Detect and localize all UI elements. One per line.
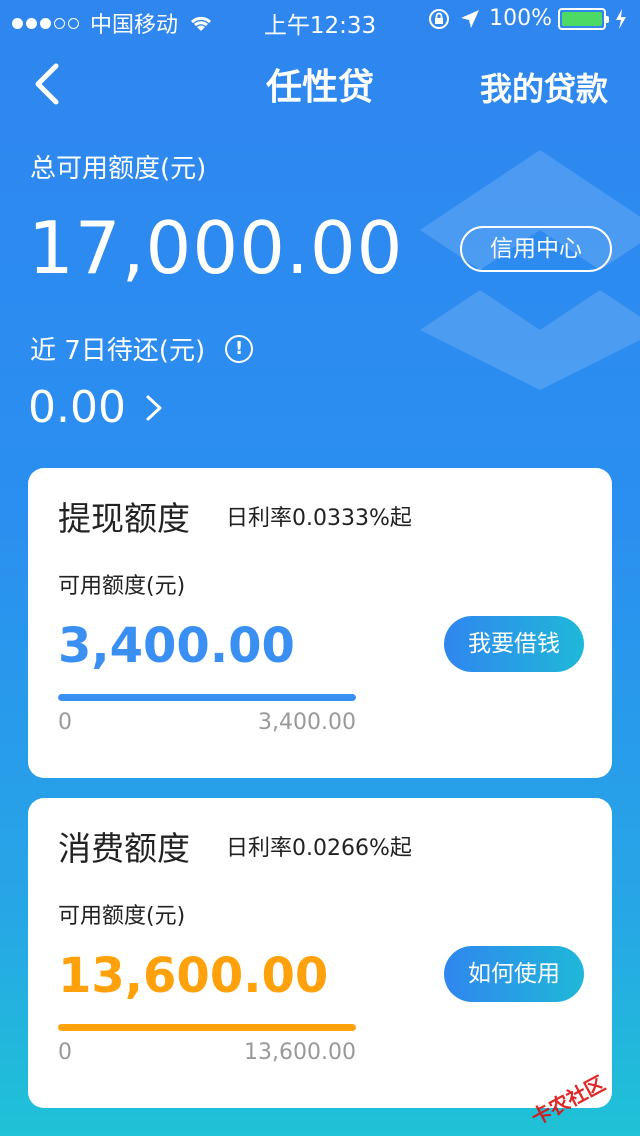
card-available-amount: 13,600.00 — [58, 948, 329, 1004]
due-amount: 0.00 — [28, 382, 126, 433]
cash-credit-card: 提现额度 日利率0.0333%起 可用额度(元) 3,400.00 我要借钱 0… — [28, 468, 612, 778]
battery-percent: 100% — [489, 6, 552, 31]
my-loans-link[interactable]: 我的贷款 — [480, 64, 608, 110]
rotation-lock-icon — [429, 8, 450, 29]
bar-max-label: 3,400.00 — [258, 710, 356, 735]
progress-fill — [58, 694, 356, 701]
status-right: 100% — [427, 6, 628, 31]
card-available-label: 可用额度(元) — [58, 904, 186, 929]
card-rate: 日利率0.0333%起 — [226, 506, 412, 531]
card-title: 提现额度 — [58, 499, 190, 538]
borrow-button[interactable]: 我要借钱 — [444, 616, 584, 672]
battery-icon — [558, 7, 609, 30]
due-7days-label-row: 近 7日待还(元) ! — [30, 330, 254, 367]
total-credit-amount: 17,000.00 — [28, 206, 404, 290]
consumer-credit-card: 消费额度 日利率0.0266%起 可用额度(元) 13,600.00 如何使用 … — [28, 798, 612, 1108]
card-available-label: 可用额度(元) — [58, 574, 186, 599]
how-to-use-button[interactable]: 如何使用 — [444, 946, 584, 1002]
nav-bar: 任性贷 我的贷款 — [0, 40, 640, 128]
bar-min-label: 0 — [58, 710, 72, 735]
card-title: 消费额度 — [58, 829, 190, 868]
credit-progress-bar — [58, 694, 356, 701]
due-7days-label: 近 7日待还(元) — [30, 336, 206, 366]
bar-max-label: 13,600.00 — [244, 1040, 356, 1065]
info-icon[interactable]: ! — [225, 334, 254, 363]
bar-min-label: 0 — [58, 1040, 72, 1065]
due-amount-row[interactable]: 0.00 — [28, 382, 166, 433]
credit-progress-bar — [58, 1024, 356, 1031]
credit-center-button[interactable]: 信用中心 — [460, 226, 612, 272]
status-bar: 中国移动 上午12:33 100% — [0, 0, 640, 40]
progress-fill — [58, 1024, 356, 1031]
location-arrow-icon — [461, 9, 480, 28]
card-available-amount: 3,400.00 — [58, 618, 295, 674]
charging-icon — [616, 8, 626, 29]
card-rate: 日利率0.0266%起 — [226, 836, 412, 861]
total-credit-label: 总可用额度(元) — [30, 154, 207, 184]
chevron-right-icon — [146, 395, 162, 420]
